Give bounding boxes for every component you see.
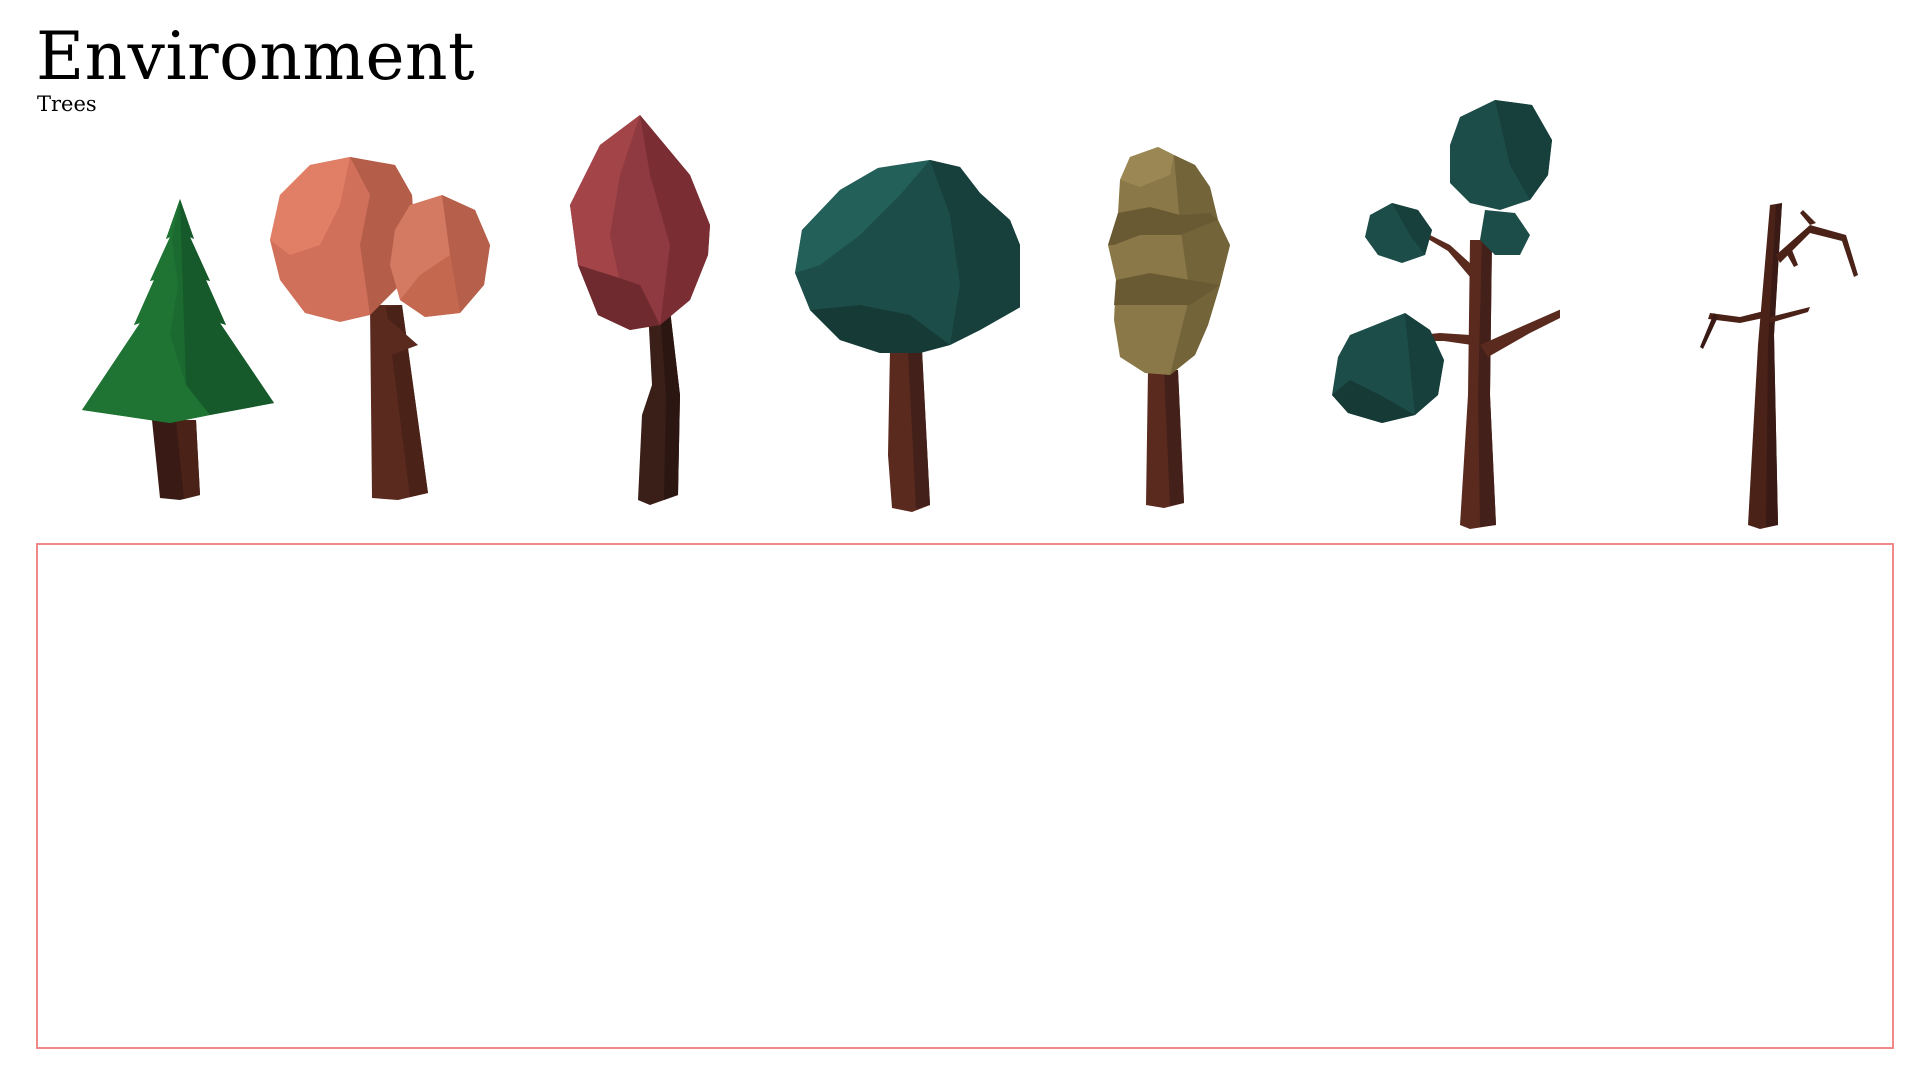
maroon-tall-tree-illustration [570, 115, 710, 505]
bare-dead-tree-illustration [1700, 203, 1858, 529]
teal-branching-tree-illustration [1332, 100, 1560, 529]
olive-stacked-tree-illustration [1108, 147, 1230, 508]
teal-round-tree-illustration [795, 160, 1020, 512]
page-title: Environment [36, 18, 476, 95]
salmon-double-tree-illustration [270, 157, 490, 500]
empty-canvas-frame[interactable] [36, 543, 1894, 1049]
